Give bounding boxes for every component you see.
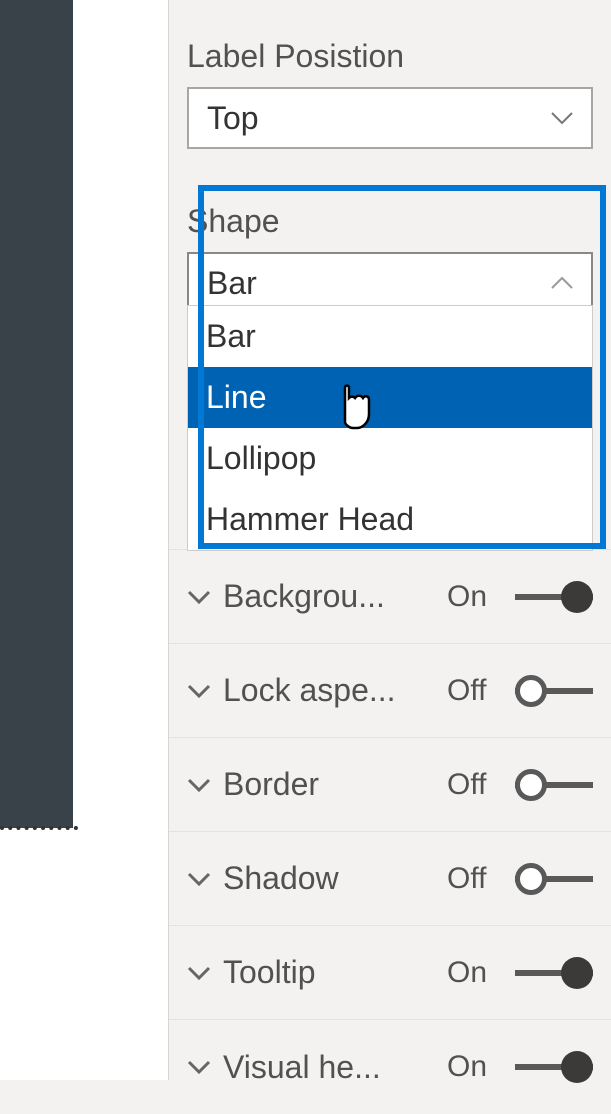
- chevron-down-icon: [187, 965, 211, 981]
- toggle-knob: [561, 581, 593, 613]
- shadow-state: Off: [447, 862, 503, 896]
- shape-option-bar[interactable]: Bar: [188, 306, 592, 367]
- label-position-label: Label Posistion: [187, 38, 593, 75]
- shape-option-line[interactable]: Line: [188, 367, 592, 428]
- toggle-section: Backgrou... On Lock aspe... Off Border O…: [169, 549, 611, 1114]
- selection-border: [0, 826, 78, 830]
- toggle-knob: [561, 1051, 593, 1083]
- visual-header-toggle[interactable]: [515, 1053, 593, 1081]
- shape-label: Shape: [187, 203, 593, 240]
- tooltip-toggle[interactable]: [515, 959, 593, 987]
- shape-value: Bar: [207, 265, 257, 302]
- chevron-down-icon: [187, 1059, 211, 1075]
- chevron-down-icon: [187, 777, 211, 793]
- border-state: Off: [447, 768, 503, 802]
- shape-section: Shape Bar Bar Line Lollipop Hammer Head: [169, 189, 611, 314]
- visual-header-row[interactable]: Visual he... On: [169, 1020, 611, 1114]
- shadow-label: Shadow: [223, 860, 435, 897]
- label-position-value: Top: [207, 100, 259, 137]
- canvas-visual: [0, 0, 75, 828]
- chevron-down-icon: [551, 111, 573, 125]
- lock-aspect-state: Off: [447, 674, 503, 708]
- background-row[interactable]: Backgrou... On: [169, 550, 611, 644]
- lock-aspect-row[interactable]: Lock aspe... Off: [169, 644, 611, 738]
- background-toggle[interactable]: [515, 583, 593, 611]
- format-panel: Label Posistion Top Shape Bar Bar Line L…: [168, 0, 611, 1080]
- chevron-down-icon: [187, 871, 211, 887]
- chevron-up-icon: [551, 276, 573, 290]
- canvas-white: [75, 0, 168, 1080]
- label-position-select[interactable]: Top: [187, 87, 593, 149]
- shadow-row[interactable]: Shadow Off: [169, 832, 611, 926]
- shape-option-hammer-head[interactable]: Hammer Head: [188, 489, 592, 550]
- canvas-area: [0, 0, 168, 1080]
- tooltip-label: Tooltip: [223, 954, 435, 991]
- toggle-knob: [561, 957, 593, 989]
- shape-option-lollipop[interactable]: Lollipop: [188, 428, 592, 489]
- border-label: Border: [223, 766, 435, 803]
- tooltip-row[interactable]: Tooltip On: [169, 926, 611, 1020]
- chevron-down-icon: [187, 683, 211, 699]
- lock-aspect-toggle[interactable]: [515, 677, 593, 705]
- shape-dropdown-list: Bar Line Lollipop Hammer Head: [187, 305, 593, 551]
- toggle-knob: [515, 863, 547, 895]
- tooltip-state: On: [447, 956, 503, 990]
- shadow-toggle[interactable]: [515, 865, 593, 893]
- toggle-knob: [515, 769, 547, 801]
- border-toggle[interactable]: [515, 771, 593, 799]
- visual-header-state: On: [447, 1050, 503, 1084]
- background-label: Backgrou...: [223, 578, 435, 615]
- chevron-down-icon: [187, 589, 211, 605]
- lock-aspect-label: Lock aspe...: [223, 672, 435, 709]
- toggle-knob: [515, 675, 547, 707]
- border-row[interactable]: Border Off: [169, 738, 611, 832]
- background-state: On: [447, 580, 503, 614]
- label-position-section: Label Posistion Top: [169, 0, 611, 149]
